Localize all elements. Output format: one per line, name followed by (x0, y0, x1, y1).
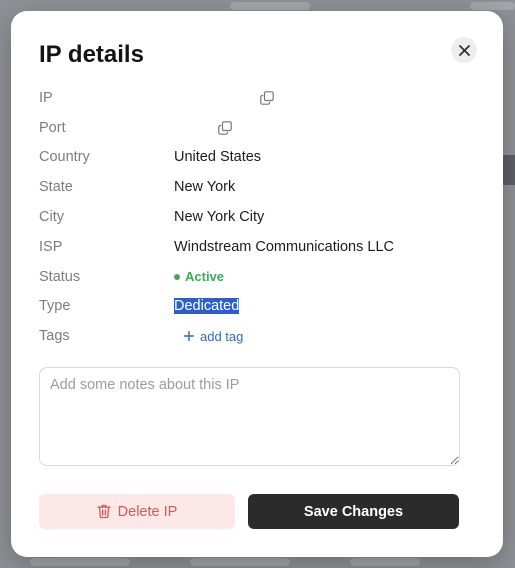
close-button[interactable] (451, 37, 477, 63)
detail-label: State (39, 179, 73, 196)
state-value: New York (174, 179, 236, 196)
detail-row-tags: Tags add tag (39, 321, 479, 351)
detail-label: Port (39, 119, 66, 136)
detail-label: ISP (39, 238, 63, 255)
detail-label: Tags (39, 328, 70, 345)
detail-row-type: Type Dedicated (39, 292, 479, 322)
port-value (174, 120, 232, 135)
status-text: Active (185, 269, 225, 285)
copy-icon (260, 91, 274, 105)
delete-ip-label: Delete IP (117, 503, 178, 520)
detail-label: Status (39, 268, 81, 285)
delete-ip-button[interactable]: Delete IP (39, 494, 235, 529)
detail-label: Type (39, 298, 71, 315)
background-row (0, 558, 515, 568)
background-sidebar-tab (501, 155, 515, 185)
detail-label: Country (39, 149, 90, 166)
notes-textarea[interactable] (39, 367, 460, 466)
copy-ip-button[interactable] (260, 91, 274, 105)
detail-row-country: Country United States (39, 143, 479, 173)
plus-icon (184, 331, 194, 342)
detail-row-city: City New York City (39, 202, 479, 232)
save-changes-button[interactable]: Save Changes (248, 494, 459, 529)
ip-details-dialog: IP details IP Port Country United States… (11, 11, 503, 557)
close-icon (458, 44, 470, 56)
type-text: Dedicated (174, 298, 240, 315)
add-tag-button[interactable]: add tag (184, 329, 243, 344)
detail-label: City (39, 209, 64, 226)
status-badge: Active (174, 269, 224, 284)
detail-label: IP (39, 89, 53, 106)
dialog-title: IP details (39, 41, 144, 68)
detail-row-isp: ISP Windstream Communications LLC (39, 232, 479, 262)
type-value: Dedicated (174, 298, 240, 315)
copy-port-button[interactable] (218, 120, 232, 135)
detail-row-state: State New York (39, 172, 479, 202)
add-tag-label: add tag (200, 328, 244, 344)
city-value: New York City (174, 209, 265, 226)
details-list: IP Port Country United States State New … (39, 83, 479, 351)
detail-row-ip: IP (39, 83, 479, 113)
trash-icon (97, 504, 111, 519)
detail-row-status: Status Active (39, 262, 479, 292)
copy-icon (218, 120, 232, 135)
detail-row-port: Port (39, 113, 479, 143)
isp-value: Windstream Communications LLC (174, 238, 394, 255)
status-dot-icon (174, 273, 180, 280)
ip-value (174, 91, 274, 105)
country-value: United States (174, 149, 262, 166)
